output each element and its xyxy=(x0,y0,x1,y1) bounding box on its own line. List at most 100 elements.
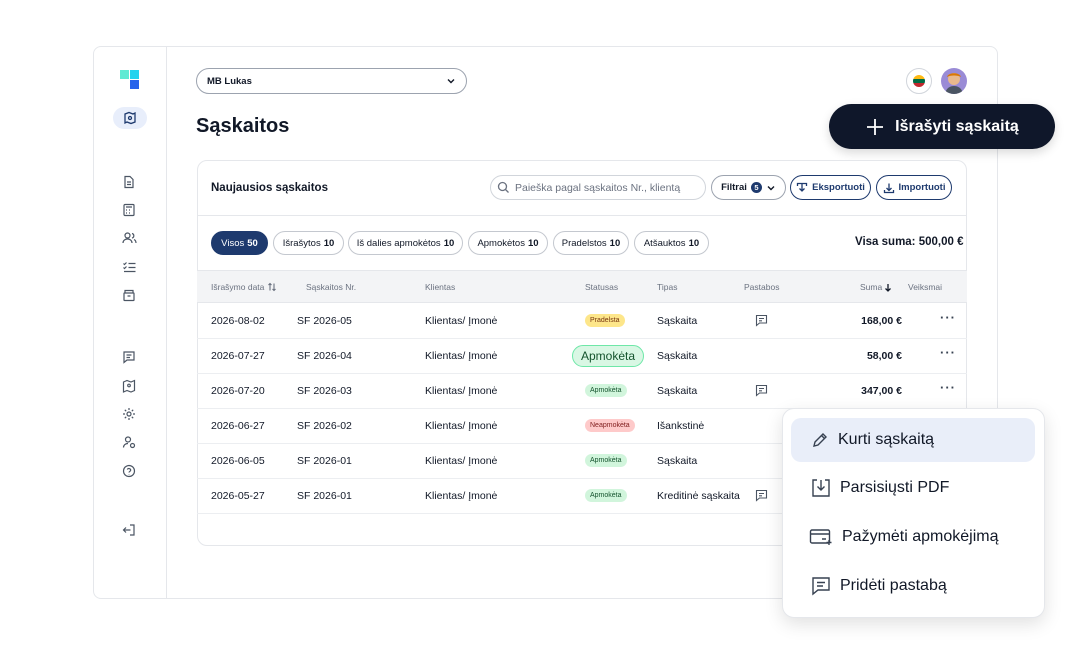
tab-label: Pradelstos xyxy=(561,237,607,249)
cell-client: Klientas/ Įmonė xyxy=(425,385,498,397)
tab-all[interactable]: Visos 50 xyxy=(211,231,268,255)
cell-number[interactable]: SF 2026-05 xyxy=(297,315,352,327)
sidebar-item-dashboard[interactable] xyxy=(113,107,147,129)
chevron-down-icon xyxy=(767,185,775,190)
sidebar-item-map[interactable] xyxy=(120,377,138,395)
tab-cancelled[interactable]: Atšauktos 10 xyxy=(634,231,709,255)
dashboard-icon xyxy=(124,111,136,125)
cell-type: Sąskaita xyxy=(657,315,698,327)
cell-number[interactable]: SF 2026-04 xyxy=(297,350,352,362)
column-status[interactable]: Statusas xyxy=(585,282,618,292)
cell-client: Klientas/ Įmonė xyxy=(425,350,498,362)
status-badge: Neapmokėta xyxy=(585,419,635,432)
sidebar-item-settings[interactable] xyxy=(120,405,138,423)
row-actions-button[interactable]: ··· xyxy=(940,310,956,325)
status-badge: Apmokėta xyxy=(585,489,627,502)
organization-name: MB Lukas xyxy=(207,75,252,87)
cell-number[interactable]: SF 2026-02 xyxy=(297,420,352,432)
cell-client: Klientas/ Įmonė xyxy=(425,490,498,502)
column-number[interactable]: Sąskaitos Nr. xyxy=(306,282,356,292)
menu-item-add-note[interactable]: Pridėti pastabą xyxy=(791,564,1035,608)
sidebar-item-calculator[interactable] xyxy=(120,201,138,219)
tab-count: 10 xyxy=(609,237,621,249)
tab-label: Apmokėtos xyxy=(477,237,525,249)
cell-type: Kreditinė sąskaita xyxy=(657,490,740,502)
import-button[interactable]: Importuoti xyxy=(876,175,952,200)
chevron-down-icon xyxy=(447,79,455,84)
create-invoice-label: Išrašyti sąskaitą xyxy=(895,117,1019,135)
sidebar-item-invoices[interactable] xyxy=(120,173,138,191)
search-input[interactable]: Paieška pagal sąskaitos Nr., klientą xyxy=(490,175,706,200)
map-icon xyxy=(122,379,136,393)
status-badge: Apmokėta xyxy=(572,345,645,367)
sidebar-item-clients[interactable] xyxy=(120,229,138,247)
filters-button[interactable]: Filtrai 5 xyxy=(711,175,786,200)
cell-date: 2026-07-27 xyxy=(211,350,265,362)
column-amount[interactable]: Suma xyxy=(860,282,892,292)
sidebar-item-help[interactable] xyxy=(120,462,138,480)
note-icon[interactable] xyxy=(755,489,768,502)
status-badge: Apmokėta xyxy=(585,454,627,467)
plus-icon xyxy=(867,118,884,135)
import-icon xyxy=(883,183,894,193)
status-badge: Apmokėta xyxy=(585,384,627,397)
column-type[interactable]: Tipas xyxy=(657,282,677,292)
tab-count: 10 xyxy=(443,237,455,249)
tab-issued[interactable]: Išrašytos 10 xyxy=(273,231,344,255)
language-selector[interactable] xyxy=(906,68,932,94)
sidebar-item-profile[interactable] xyxy=(120,433,138,451)
cell-number[interactable]: SF 2026-03 xyxy=(297,385,352,397)
note-icon[interactable] xyxy=(755,384,768,397)
sidebar-item-messages[interactable] xyxy=(120,348,138,366)
settings-icon xyxy=(123,408,135,420)
cell-number[interactable]: SF 2026-01 xyxy=(297,455,352,467)
card-title: Naujausios sąskaitos xyxy=(211,182,328,194)
invoices-icon xyxy=(124,175,134,189)
profile-icon xyxy=(122,436,136,449)
tab-label: Iš dalies apmokėtos xyxy=(356,237,441,249)
messages-icon xyxy=(123,351,135,364)
download-icon xyxy=(812,479,830,497)
status-badge: Pradelsta xyxy=(585,314,625,327)
menu-item-label: Pažymėti apmokėjimą xyxy=(842,528,999,545)
export-button[interactable]: Eksportuoti xyxy=(790,175,871,200)
menu-item-mark-payment[interactable]: Pažymėti apmokėjimą xyxy=(791,515,1035,559)
filters-count-badge: 5 xyxy=(750,182,762,193)
tab-paid[interactable]: Apmokėtos 10 xyxy=(468,231,548,255)
user-avatar[interactable] xyxy=(941,68,967,94)
cell-amount: 168,00 € xyxy=(861,315,902,327)
menu-item-download-pdf[interactable]: Parsisiųsti PDF xyxy=(791,466,1035,510)
cell-date: 2026-06-27 xyxy=(211,420,265,432)
tab-count: 10 xyxy=(688,237,700,249)
column-client[interactable]: Klientas xyxy=(425,282,455,292)
column-date[interactable]: Išrašymo data xyxy=(211,282,277,292)
organization-selector[interactable]: MB Lukas xyxy=(196,68,467,94)
tab-count: 50 xyxy=(247,237,258,249)
cell-type: Sąskaita xyxy=(657,455,698,467)
sidebar-item-products[interactable] xyxy=(120,286,138,304)
sidebar-item-logout[interactable] xyxy=(120,521,138,539)
note-icon[interactable] xyxy=(755,314,768,327)
tab-count: 10 xyxy=(527,237,539,249)
sidebar-item-tasks[interactable] xyxy=(120,258,138,276)
tab-label: Išrašytos xyxy=(282,237,321,249)
total-sum: Visa suma: 500,00 € xyxy=(855,236,964,248)
app-logo xyxy=(120,70,140,90)
cell-number[interactable]: SF 2026-01 xyxy=(297,490,352,502)
cell-amount: 58,00 € xyxy=(866,350,902,362)
menu-item-create-invoice[interactable]: Kurti sąskaitą xyxy=(791,418,1035,462)
cell-date: 2026-07-20 xyxy=(211,385,265,397)
tab-overdue[interactable]: Pradelstos 10 xyxy=(553,231,629,255)
tab-partially-paid[interactable]: Iš dalies apmokėtos 10 xyxy=(348,231,463,255)
cell-date: 2026-06-05 xyxy=(211,455,265,467)
clients-icon xyxy=(121,232,137,244)
create-invoice-button[interactable]: Išrašyti sąskaitą xyxy=(829,104,1055,149)
row-actions-button[interactable]: ··· xyxy=(940,380,956,395)
row-actions-button[interactable]: ··· xyxy=(940,345,956,360)
products-icon xyxy=(123,289,135,302)
column-notes[interactable]: Pastabos xyxy=(744,282,779,292)
comment-icon xyxy=(812,577,830,596)
search-icon xyxy=(497,181,509,193)
menu-item-label: Parsisiųsti PDF xyxy=(840,479,950,496)
cell-type: Sąskaita xyxy=(657,385,698,397)
